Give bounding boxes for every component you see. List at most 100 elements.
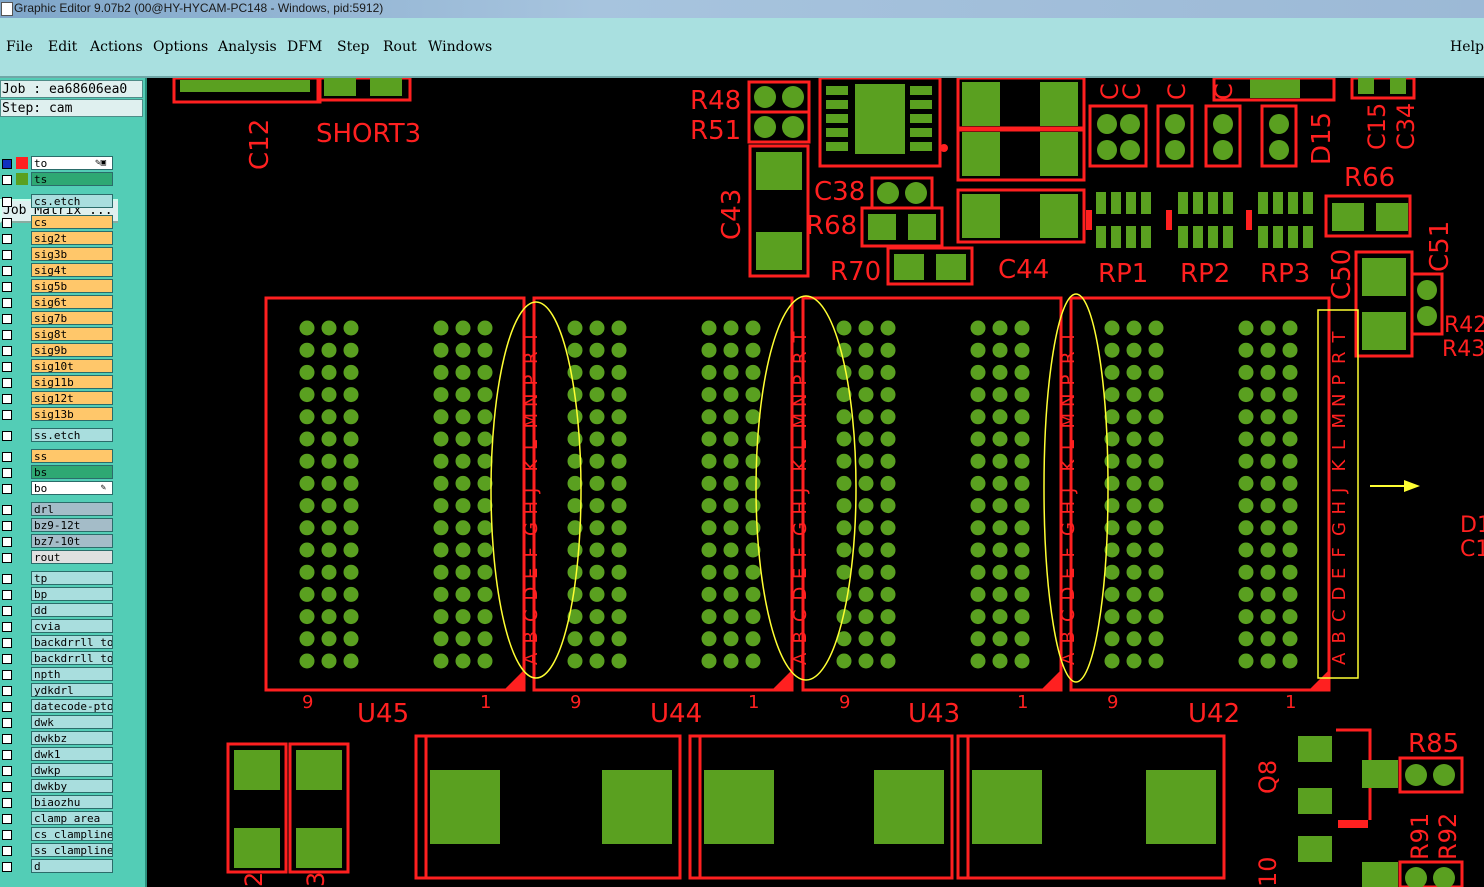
layer-checkbox[interactable]: [2, 282, 12, 292]
layer-name[interactable]: sig3b: [31, 247, 113, 261]
layer-checkbox[interactable]: [2, 686, 12, 696]
layer-checkbox[interactable]: [2, 574, 12, 584]
layer-name[interactable]: d: [31, 859, 113, 873]
layer-checkbox[interactable]: [2, 830, 12, 840]
layer-name[interactable]: sig5b: [31, 279, 113, 293]
layer-row-d[interactable]: d: [0, 859, 118, 874]
layer-row-cs[interactable]: cs: [0, 215, 118, 230]
layer-checkbox[interactable]: [2, 638, 12, 648]
menu-options[interactable]: Options: [153, 39, 208, 55]
layer-name[interactable]: ss_clampline: [31, 843, 113, 857]
layer-checkbox[interactable]: [2, 234, 12, 244]
layer-row-ydkdrl[interactable]: ydkdrl: [0, 683, 118, 698]
layer-checkbox[interactable]: [2, 362, 12, 372]
layer-checkbox[interactable]: [2, 505, 12, 515]
layer-name[interactable]: to ✎▣: [31, 156, 113, 170]
layer-checkbox[interactable]: [2, 346, 12, 356]
layer-checkbox[interactable]: [2, 702, 12, 712]
layer-name[interactable]: sig7b: [31, 311, 113, 325]
layer-checkbox[interactable]: [2, 394, 12, 404]
layer-checkbox[interactable]: [2, 484, 12, 494]
layer-checkbox[interactable]: [2, 537, 12, 547]
layer-row-cs_clampline[interactable]: cs_clampline: [0, 827, 118, 842]
layer-row-datecode-pto[interactable]: datecode-pto: [0, 699, 118, 714]
menu-rout[interactable]: Rout: [383, 39, 417, 55]
pcb-board-view[interactable]: C12 SHORT3R48R51C43 C38R68R70 C44CC C CD15 C15…: [147, 78, 1484, 887]
layer-name[interactable]: bs: [31, 465, 113, 479]
layer-name[interactable]: npth: [31, 667, 113, 681]
layer-row-npth[interactable]: npth: [0, 667, 118, 682]
layer-row-sig9b[interactable]: sig9b: [0, 343, 118, 358]
menu-help[interactable]: Help: [1450, 39, 1484, 55]
layer-name[interactable]: sig2t: [31, 231, 113, 245]
layer-checkbox[interactable]: [2, 266, 12, 276]
layer-name[interactable]: ss: [31, 449, 113, 463]
layer-checkbox[interactable]: [2, 590, 12, 600]
layer-checkbox[interactable]: [2, 468, 12, 478]
layer-row-sig11b[interactable]: sig11b: [0, 375, 118, 390]
layer-row-bz9-12t[interactable]: bz9-12t: [0, 518, 118, 533]
panel-scroll-track[interactable]: [118, 148, 143, 887]
layer-name[interactable]: cs_clampline: [31, 827, 113, 841]
layer-name[interactable]: dwkbz: [31, 731, 113, 745]
layer-checkbox[interactable]: [2, 862, 12, 872]
layer-color-swatch[interactable]: [16, 173, 28, 185]
layer-name[interactable]: sig9b: [31, 343, 113, 357]
layer-checkbox[interactable]: [2, 330, 12, 340]
layer-row-drl[interactable]: drl: [0, 502, 118, 517]
layer-row-dwkbz[interactable]: dwkbz: [0, 731, 118, 746]
menu-file[interactable]: File: [6, 39, 33, 55]
layer-row-dwkby[interactable]: dwkby: [0, 779, 118, 794]
layer-checkbox[interactable]: [2, 734, 12, 744]
layer-row-dwkp[interactable]: dwkp: [0, 763, 118, 778]
layer-name[interactable]: cs: [31, 215, 113, 229]
layer-checkbox[interactable]: [2, 521, 12, 531]
layer-row-sig7b[interactable]: sig7b: [0, 311, 118, 326]
layer-checkbox[interactable]: [2, 766, 12, 776]
layer-row-dd[interactable]: dd: [0, 603, 118, 618]
layer-row-biaozhu[interactable]: biaozhu: [0, 795, 118, 810]
layer-checkbox[interactable]: [2, 553, 12, 563]
layer-name[interactable]: sig13b: [31, 407, 113, 421]
layer-name[interactable]: dwk: [31, 715, 113, 729]
layer-name[interactable]: backdrrll_to: [31, 651, 113, 665]
layer-row-rout[interactable]: rout: [0, 550, 118, 565]
layer-row-bo[interactable]: bo ✎: [0, 481, 118, 496]
layer-checkbox[interactable]: [2, 452, 12, 462]
layer-row-sig4t[interactable]: sig4t: [0, 263, 118, 278]
layer-name[interactable]: rout: [31, 550, 113, 564]
layer-name[interactable]: sig6t: [31, 295, 113, 309]
menu-edit[interactable]: Edit: [48, 39, 77, 55]
layer-row-sig12t[interactable]: sig12t: [0, 391, 118, 406]
layer-name[interactable]: dwkby: [31, 779, 113, 793]
layer-row-sig5b[interactable]: sig5b: [0, 279, 118, 294]
layer-checkbox[interactable]: [2, 175, 12, 185]
layer-row-dwk[interactable]: dwk: [0, 715, 118, 730]
layer-name[interactable]: clamp_area: [31, 811, 113, 825]
layer-row-dwk1[interactable]: dwk1: [0, 747, 118, 762]
layer-color-swatch[interactable]: [16, 157, 28, 169]
layer-checkbox[interactable]: [2, 622, 12, 632]
layer-name[interactable]: bz9-12t: [31, 518, 113, 532]
layer-name[interactable]: ts: [31, 172, 113, 186]
layer-checkbox[interactable]: [2, 197, 12, 207]
layer-checkbox[interactable]: [2, 431, 12, 441]
layer-checkbox[interactable]: [2, 718, 12, 728]
layer-name[interactable]: sig10t: [31, 359, 113, 373]
layer-row-ts[interactable]: ts: [0, 172, 118, 187]
layer-name[interactable]: sig4t: [31, 263, 113, 277]
layer-checkbox[interactable]: [2, 410, 12, 420]
layer-checkbox[interactable]: [2, 250, 12, 260]
layer-checkbox[interactable]: [2, 814, 12, 824]
layer-row-sig2t[interactable]: sig2t: [0, 231, 118, 246]
layer-name[interactable]: bz7-10t: [31, 534, 113, 548]
layer-name[interactable]: sig12t: [31, 391, 113, 405]
layer-row-clamp_area[interactable]: clamp_area: [0, 811, 118, 826]
layer-row-sig3b[interactable]: sig3b: [0, 247, 118, 262]
menu-actions[interactable]: Actions: [90, 39, 143, 55]
layer-row-tp[interactable]: tp: [0, 571, 118, 586]
layer-row-sig10t[interactable]: sig10t: [0, 359, 118, 374]
layer-row-ss.etch[interactable]: ss.etch: [0, 428, 118, 443]
layer-checkbox[interactable]: [2, 654, 12, 664]
layer-checkbox[interactable]: [2, 218, 12, 228]
